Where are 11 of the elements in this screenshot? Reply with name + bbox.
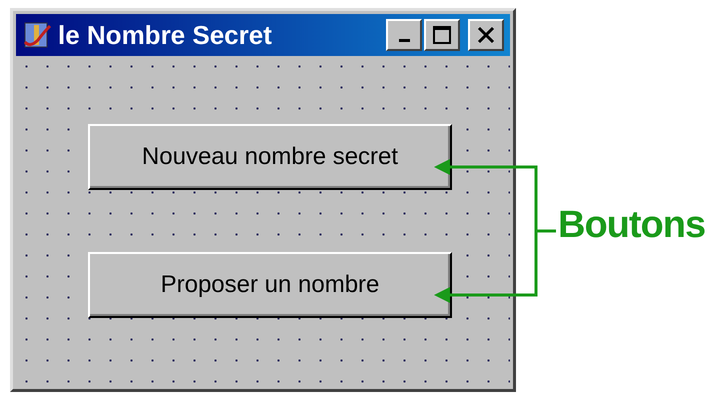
window-title: le Nombre Secret bbox=[58, 20, 273, 50]
close-icon bbox=[476, 25, 496, 45]
minimize-icon bbox=[398, 38, 410, 42]
maximize-button[interactable] bbox=[424, 19, 460, 51]
maximize-icon bbox=[432, 25, 452, 45]
annotation-label: Boutons bbox=[558, 204, 706, 246]
form-button[interactable]: Nouveau nombre secret bbox=[88, 124, 452, 190]
minimize-button[interactable] bbox=[386, 19, 422, 51]
app-icon bbox=[22, 20, 52, 50]
form-button[interactable]: Proposer un nombre bbox=[88, 252, 452, 318]
close-button[interactable] bbox=[468, 19, 504, 51]
